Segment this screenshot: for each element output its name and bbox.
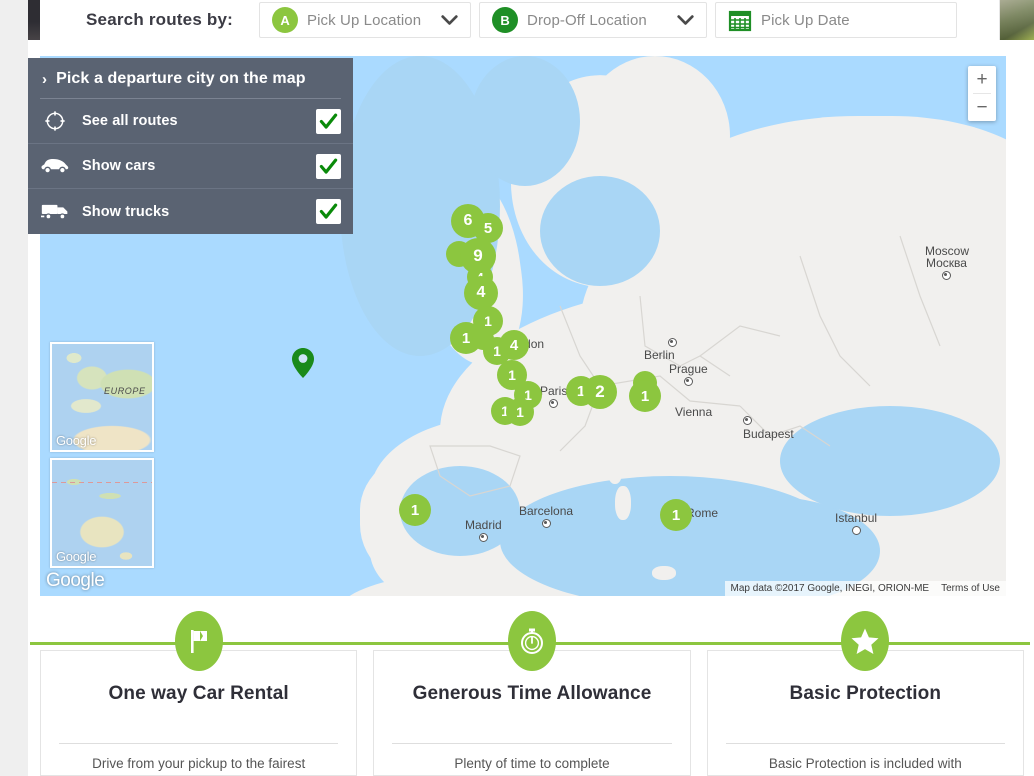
search-header: Search routes by: A Pick Up Location B D…	[28, 0, 1034, 40]
minimap-europe[interactable]: EUROPE Google	[50, 342, 154, 452]
city-label hollow: Barcelona	[519, 504, 573, 528]
dropoff-location-text: Drop-Off Location	[527, 11, 647, 29]
pickup-date-field[interactable]: Pick Up Date	[715, 2, 958, 38]
feature-body: Drive from your pickup to the fairest	[92, 756, 306, 771]
city-label: Москва	[926, 256, 967, 280]
dropoff-location-field[interactable]: B Drop-Off Location	[479, 2, 708, 38]
filter-label-show-cars: Show cars	[82, 158, 156, 174]
city-label: Istanbul	[835, 511, 877, 535]
truck-icon	[40, 200, 70, 224]
map-attribution: Map data ©2017 Google, INEGI, ORION-ME T…	[724, 581, 1006, 596]
feature-card-one-way-car-rental: One way Car Rental Drive from your picku…	[40, 611, 358, 776]
filter-row-show-trucks[interactable]: Show trucks	[28, 189, 353, 234]
chevron-right-icon: ›	[42, 70, 48, 88]
zoom-out-button[interactable]: −	[968, 94, 996, 121]
cluster-marker[interactable]: 1	[399, 494, 431, 526]
feature-card-generous-time-allowance: Generous Time Allowance Plenty of time t…	[373, 611, 691, 776]
filter-label-show-trucks: Show trucks	[82, 203, 170, 220]
pickup-location-field[interactable]: A Pick Up Location	[259, 2, 472, 38]
pickup-location-text: Pick Up Location	[307, 11, 422, 29]
calendar-icon	[728, 10, 752, 32]
checkbox-show-cars[interactable]	[316, 153, 341, 179]
panel-title: Pick a departure city on the map	[56, 70, 306, 87]
cluster-marker[interactable]: 1	[506, 398, 534, 426]
filter-row-see-all-routes[interactable]: See all routes	[28, 99, 353, 144]
feature-rule	[392, 743, 672, 744]
minimap-europe-label: EUROPE	[104, 386, 146, 396]
badge-b-icon: B	[492, 7, 519, 33]
feature-body: Basic Protection is included with	[768, 756, 962, 771]
filter-label-see-all-routes: See all routes	[82, 113, 178, 129]
header-decor-image	[999, 0, 1034, 40]
cluster-marker[interactable]: 2	[583, 375, 617, 409]
city-label: Budapest	[743, 427, 794, 441]
map-data-attribution: Map data ©2017 Google, INEGI, ORION-ME	[730, 583, 930, 594]
chevron-down-icon	[441, 15, 458, 25]
page-root: Search routes by: A Pick Up Location B D…	[0, 0, 1034, 776]
feature-card-basic-protection: Basic Protection Basic Protection is inc…	[706, 611, 1024, 776]
cluster-marker[interactable]: 1	[660, 499, 692, 531]
chevron-down-icon	[677, 15, 694, 25]
header-left-strip	[28, 0, 40, 40]
city-label: Madrid	[465, 518, 502, 542]
search-header-inner: Search routes by: A Pick Up Location B D…	[68, 0, 1034, 40]
terms-of-use-link[interactable]: Terms of Use	[941, 583, 1000, 594]
filter-row-show-cars[interactable]: Show cars	[28, 144, 353, 189]
panel-header[interactable]: › Pick a departure city on the map	[28, 58, 353, 98]
cluster-marker[interactable]: 1	[629, 380, 661, 412]
minimap-dash-divider	[52, 482, 152, 483]
minimap-google-watermark: Google	[56, 433, 97, 448]
flag-icon	[174, 611, 223, 671]
compass-icon	[40, 109, 70, 133]
check-icon	[319, 203, 338, 219]
map-filter-panel: › Pick a departure city on the map See a…	[28, 58, 353, 234]
city-label	[743, 416, 752, 426]
stopwatch-icon	[507, 611, 556, 671]
cluster-marker[interactable]: 4	[499, 330, 529, 360]
badge-a-icon: A	[272, 7, 299, 33]
feature-title: Basic Protection	[789, 683, 942, 704]
feature-rule	[59, 743, 339, 744]
city-label: Paris	[540, 384, 567, 408]
minimap-google-watermark: Google	[56, 549, 97, 564]
car-icon	[40, 154, 70, 178]
feature-cards: One way Car Rental Drive from your picku…	[40, 611, 1024, 776]
feature-title: One way Car Rental	[108, 683, 289, 704]
feature-body: Plenty of time to complete	[454, 756, 610, 771]
minimap-australia[interactable]: Google	[50, 458, 154, 568]
feature-title: Generous Time Allowance	[412, 683, 652, 704]
search-routes-label: Search routes by:	[86, 10, 234, 29]
city-label: Vienna	[675, 405, 713, 419]
map-pin-marker[interactable]	[292, 348, 314, 378]
feature-rule	[725, 743, 1005, 744]
cluster-marker[interactable]: 4	[464, 276, 498, 310]
map-section: Moscow Москва Berlin Prague Vienna Budap…	[28, 40, 1034, 620]
check-icon	[319, 158, 338, 174]
zoom-in-button[interactable]: +	[968, 66, 996, 93]
checkbox-see-all-routes[interactable]	[316, 108, 341, 134]
city-label: Berlin	[644, 338, 677, 362]
city-label: Prague	[669, 362, 708, 386]
map-overview-thumbnails: EUROPE Google Google	[50, 342, 154, 574]
map-zoom-controls[interactable]: + −	[968, 66, 996, 121]
star-icon	[841, 611, 890, 671]
pickup-date-text: Pick Up Date	[761, 11, 850, 29]
features-section: One way Car Rental Drive from your picku…	[28, 611, 1034, 776]
checkbox-show-trucks[interactable]	[316, 199, 341, 224]
check-icon	[319, 113, 338, 129]
